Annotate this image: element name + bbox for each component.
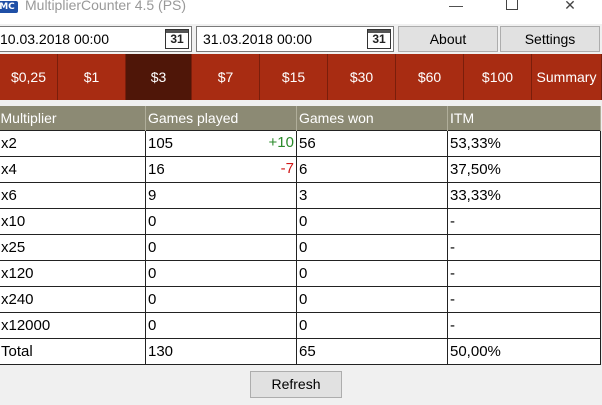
close-button[interactable]: ✕: [550, 0, 590, 16]
table-row[interactable]: Total 130 65 50,00%: [0, 338, 601, 365]
games-played-value: 105: [148, 135, 174, 152]
cell-games-won: 0: [296, 208, 448, 235]
cell-itm: 50,00%: [447, 338, 601, 365]
minimize-button[interactable]: —: [436, 0, 476, 16]
cell-itm: 53,33%: [447, 130, 601, 157]
games-played-delta: +10: [268, 134, 294, 151]
games-played-value: 16: [148, 161, 165, 178]
tab-1[interactable]: $1: [58, 54, 126, 100]
table-row[interactable]: x10 0 0-: [0, 208, 601, 235]
games-played-value: 130: [148, 343, 174, 360]
column-header-games-played[interactable]: Games played: [145, 106, 297, 131]
cell-games-played: 0: [145, 208, 297, 235]
games-played-value: 0: [148, 239, 157, 256]
cell-games-played: 0: [145, 234, 297, 261]
tab-0[interactable]: $0,25: [0, 54, 58, 100]
cell-games-played: 0: [145, 312, 297, 339]
stake-tab-bar: $0,25 $1 $3 $7 $15 $30 $60 $100 Summary: [0, 54, 602, 100]
cell-games-won: 0: [296, 260, 448, 287]
tab-4[interactable]: $15: [260, 54, 328, 100]
table-row[interactable]: x12000 0 0-: [0, 312, 601, 339]
window-title: MultiplierCounter 4.5 (PS): [25, 0, 187, 13]
cell-games-won: 3: [296, 182, 448, 209]
tab-2[interactable]: $3: [126, 54, 192, 100]
games-played-value: 0: [148, 317, 157, 334]
cell-games-played: 130: [145, 338, 297, 365]
title-bar: MC MultiplierCounter 4.5 (PS) — ✕: [0, 0, 602, 24]
cell-multiplier: x25: [0, 234, 146, 261]
column-header-multiplier[interactable]: Multiplier: [0, 106, 146, 131]
table-row[interactable]: x25 0 0-: [0, 234, 601, 261]
cell-multiplier: x10: [0, 208, 146, 235]
cell-itm: -: [447, 260, 601, 287]
column-header-itm[interactable]: ITM: [447, 106, 601, 131]
cell-games-played: 105 +10: [145, 130, 297, 157]
cell-multiplier: x6: [0, 182, 146, 209]
app-logo-icon: MC: [0, 1, 18, 13]
date-to-value: 31.03.2018 00:00: [203, 31, 312, 47]
multiplier-table: Multiplier Games played Games won ITM x2…: [0, 106, 601, 365]
cell-games-won: 65: [296, 338, 448, 365]
games-played-value: 0: [148, 213, 157, 230]
games-played-value: 0: [148, 265, 157, 282]
cell-multiplier: x4: [0, 156, 146, 183]
table-row[interactable]: x240 0 0-: [0, 286, 601, 313]
cell-games-won: 56: [296, 130, 448, 157]
refresh-button[interactable]: Refresh: [250, 371, 342, 398]
tab-6[interactable]: $60: [396, 54, 464, 100]
cell-multiplier: x120: [0, 260, 146, 287]
table-row[interactable]: x2 105 +10 56 53,33%: [0, 130, 601, 157]
column-header-games-won[interactable]: Games won: [296, 106, 448, 131]
cell-multiplier: x12000: [0, 312, 146, 339]
games-played-value: 9: [148, 187, 157, 204]
tab-5[interactable]: $30: [328, 54, 396, 100]
cell-itm: 37,50%: [447, 156, 601, 183]
cell-itm: -: [447, 286, 601, 313]
cell-itm: -: [447, 312, 601, 339]
tab-7[interactable]: $100: [464, 54, 532, 100]
calendar-icon[interactable]: 31: [367, 29, 391, 49]
date-to-picker[interactable]: 31.03.2018 00:00 31: [196, 26, 394, 52]
cell-itm: -: [447, 208, 601, 235]
cell-games-played: 9: [145, 182, 297, 209]
games-played-delta: -7: [280, 160, 294, 177]
settings-button[interactable]: Settings: [500, 26, 600, 52]
tab-8[interactable]: Summary: [532, 54, 602, 100]
tab-3[interactable]: $7: [192, 54, 260, 100]
cell-multiplier: x240: [0, 286, 146, 313]
cell-games-won: 6: [296, 156, 448, 183]
cell-games-played: 0: [145, 260, 297, 287]
games-played-value: 0: [148, 291, 157, 308]
cell-itm: 33,33%: [447, 182, 601, 209]
table-header-row: Multiplier Games played Games won ITM: [0, 106, 601, 131]
cell-games-played: 0: [145, 286, 297, 313]
calendar-icon[interactable]: 31: [165, 29, 189, 49]
cell-games-won: 0: [296, 234, 448, 261]
cell-multiplier: x2: [0, 130, 146, 157]
about-button[interactable]: About: [398, 26, 498, 52]
maximize-icon: [506, 0, 518, 11]
date-from-value: 10.03.2018 00:00: [0, 31, 109, 47]
cell-itm: -: [447, 234, 601, 261]
table-row[interactable]: x120 0 0-: [0, 260, 601, 287]
table-row[interactable]: x4 16 -7 6 37,50%: [0, 156, 601, 183]
cell-games-won: 0: [296, 286, 448, 313]
maximize-button[interactable]: [492, 0, 532, 16]
date-from-picker[interactable]: 10.03.2018 00:00 31: [0, 26, 192, 52]
cell-games-played: 16 -7: [145, 156, 297, 183]
cell-multiplier: Total: [0, 338, 146, 365]
table-row[interactable]: x6 9 3 33,33%: [0, 182, 601, 209]
cell-games-won: 0: [296, 312, 448, 339]
